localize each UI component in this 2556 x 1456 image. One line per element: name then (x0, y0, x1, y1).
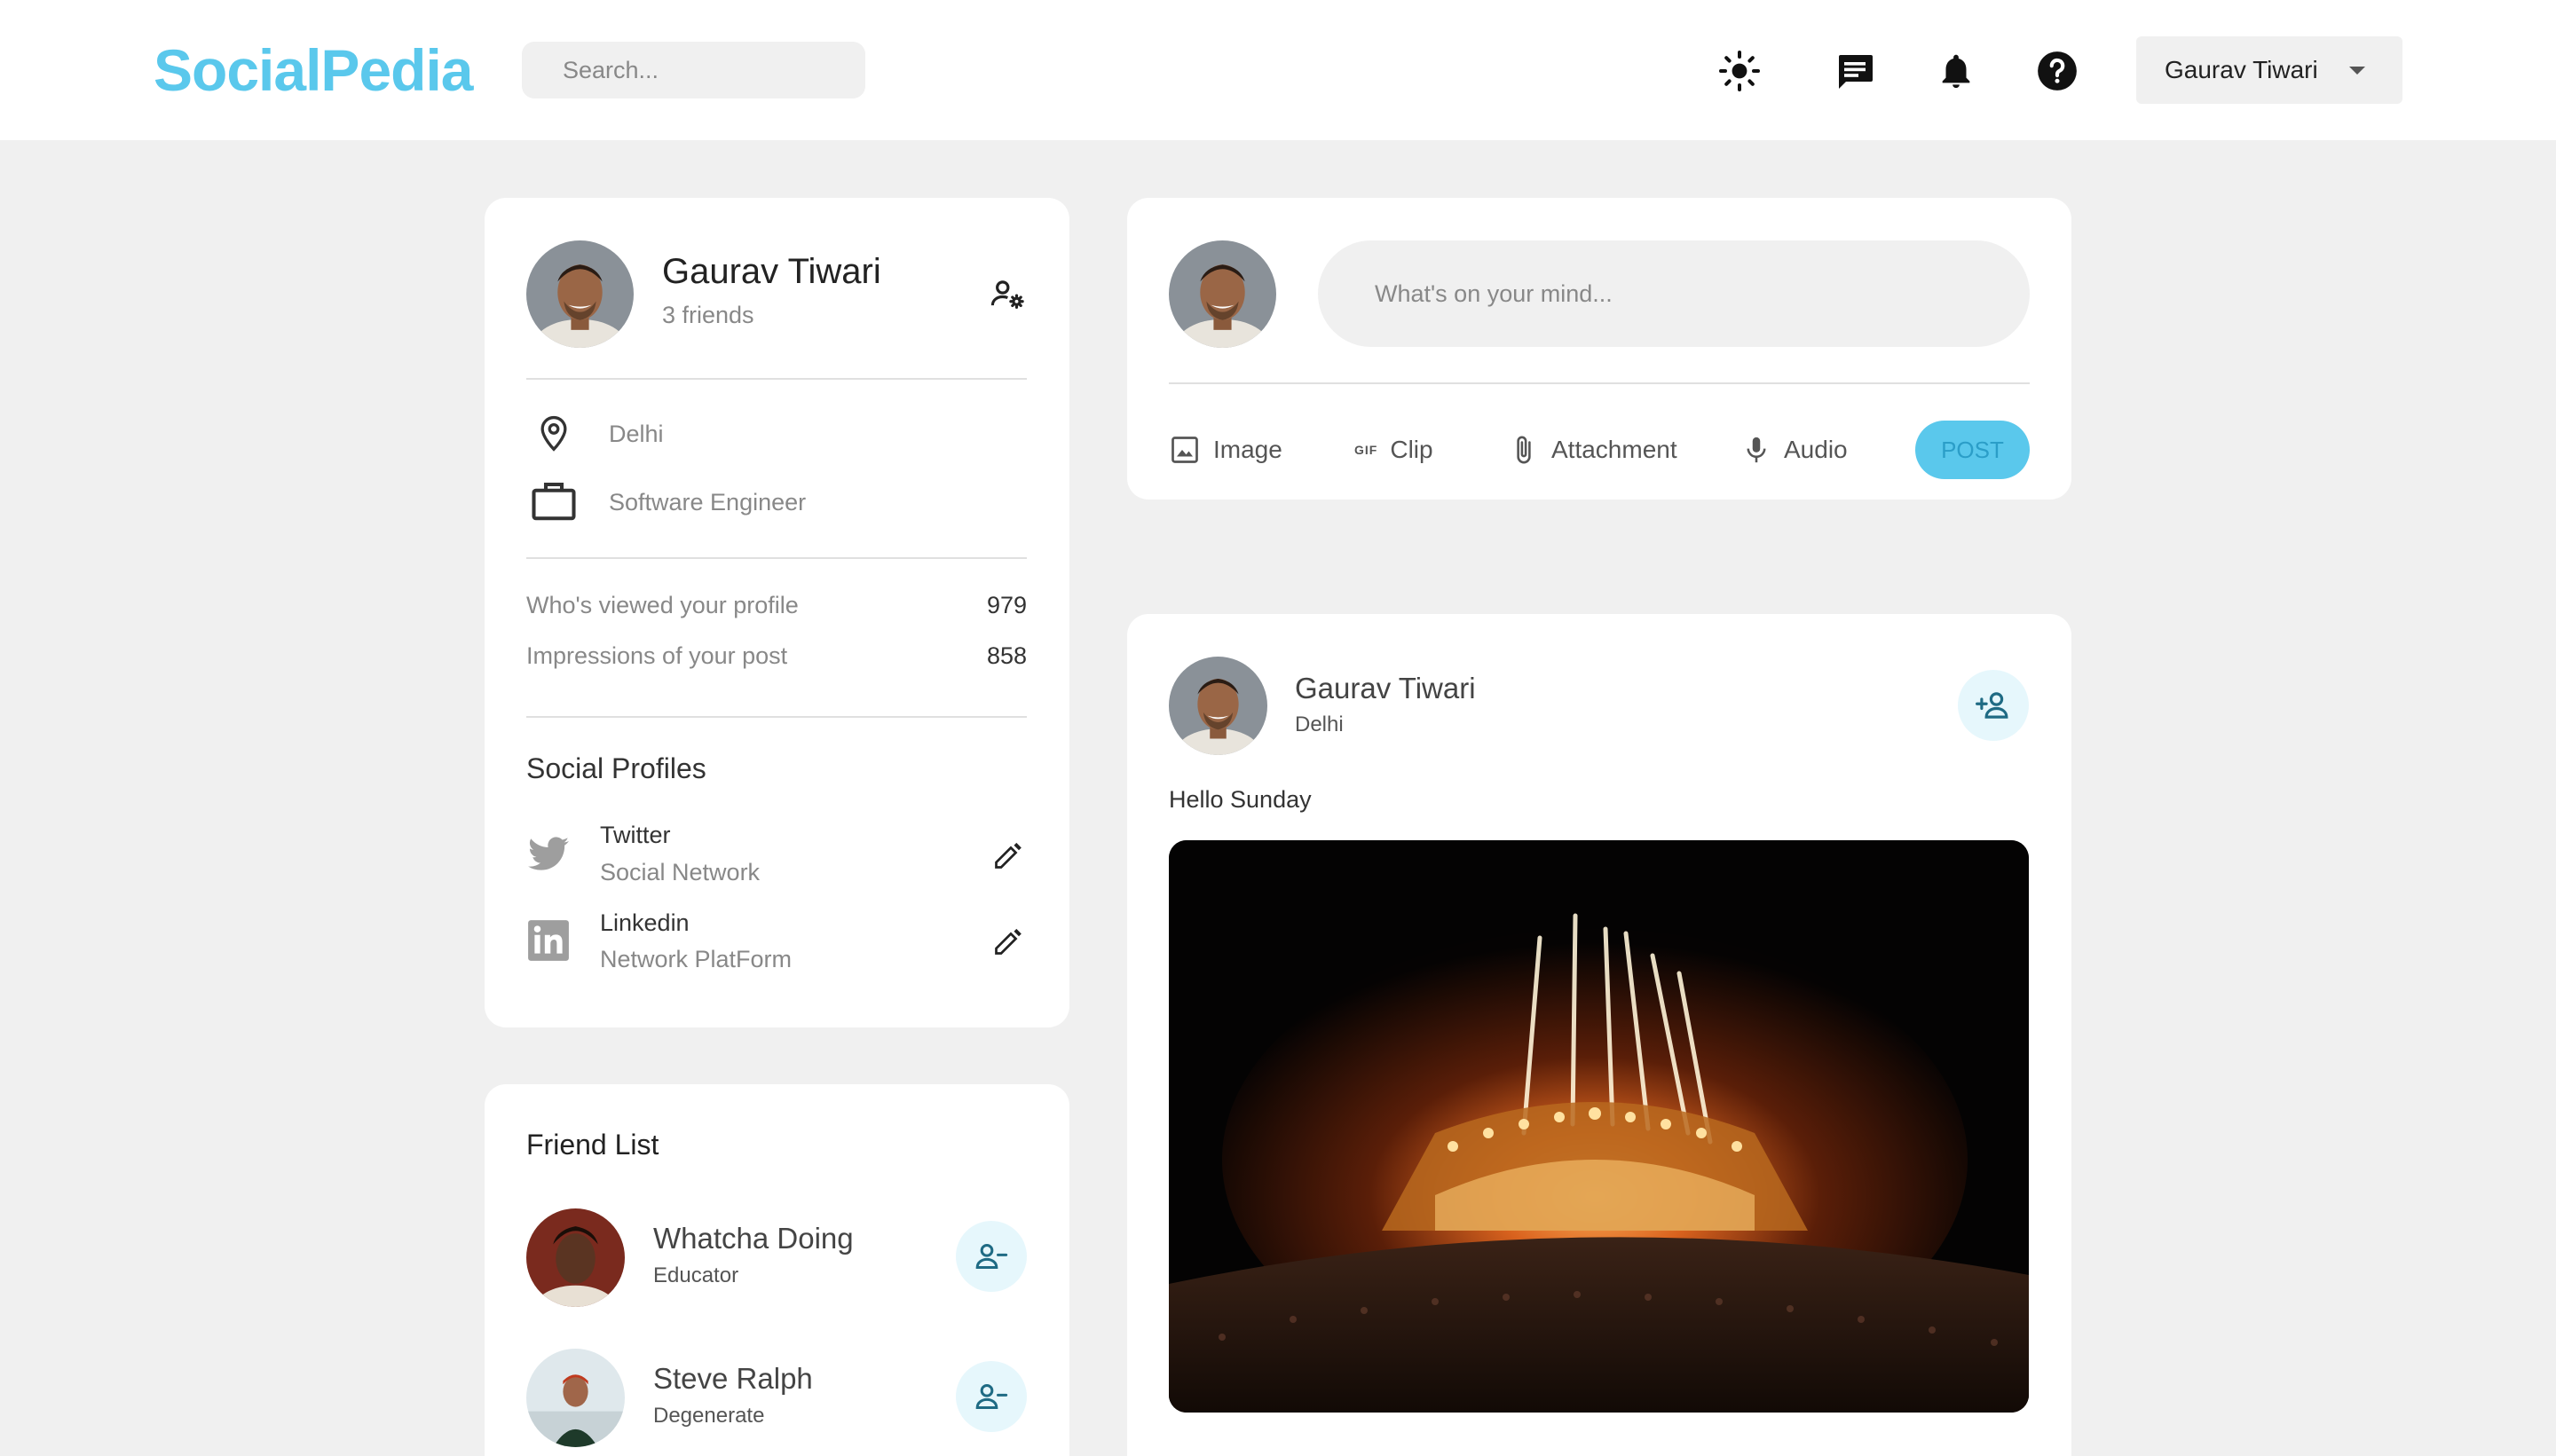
divider (526, 716, 1027, 718)
twitter-icon (525, 832, 572, 878)
post-input[interactable] (1318, 240, 2030, 347)
chevron-down-icon (2349, 67, 2365, 75)
composer-avatar[interactable] (1169, 240, 1276, 348)
post-author-name[interactable]: Gaurav Tiwari (1295, 672, 1476, 705)
gif-icon: GIF (1354, 443, 1378, 457)
edit-twitter-icon[interactable] (987, 834, 1030, 877)
profile-avatar[interactable] (526, 240, 634, 348)
remove-friend-button[interactable] (956, 1221, 1027, 1292)
twitter-desc: Social Network (600, 859, 761, 885)
occupation-text: Software Engineer (609, 489, 807, 516)
light-mode-icon[interactable] (1713, 44, 1766, 98)
friend-name[interactable]: Whatcha Doing (653, 1222, 854, 1255)
post-button[interactable]: POST (1915, 421, 2030, 479)
friend-avatar[interactable] (526, 1208, 625, 1307)
attachment-action[interactable]: Attachment (1509, 423, 1677, 476)
audio-action[interactable]: Audio (1741, 423, 1848, 476)
edit-linkedin-icon[interactable] (987, 920, 1030, 963)
linkedin-icon (525, 917, 572, 964)
profile-name[interactable]: Gaurav Tiwari (662, 252, 881, 292)
linkedin-desc: Network PlatForm (600, 946, 793, 972)
top-navbar: SocialPedia Gaurav Tiwari (0, 0, 2556, 140)
stat-label-views: Who's viewed your profile (526, 592, 799, 618)
stat-label-impressions: Impressions of your post (526, 642, 788, 669)
microphone-icon (1747, 437, 1766, 463)
post-text: Hello Sunday (1169, 786, 1312, 813)
divider (1169, 382, 2030, 384)
divider (526, 378, 1027, 380)
work-icon (529, 476, 579, 525)
app-logo[interactable]: SocialPedia (154, 35, 474, 105)
social-profiles-title: Social Profiles (526, 752, 706, 784)
friend-role: Degenerate (653, 1404, 765, 1428)
message-icon[interactable] (1828, 44, 1882, 98)
friend-list-title: Friend List (526, 1129, 659, 1161)
clip-action[interactable]: GIF Clip (1354, 423, 1433, 476)
user-dropdown-label: Gaurav Tiwari (2165, 56, 2318, 83)
search-input[interactable] (522, 42, 865, 98)
friend-role: Educator (653, 1263, 739, 1287)
stat-value-views: 979 (986, 592, 1027, 618)
friend-name[interactable]: Steve Ralph (653, 1362, 813, 1396)
help-icon[interactable] (2031, 44, 2084, 98)
post-image[interactable] (1169, 840, 2029, 1413)
remove-friend-button[interactable] (956, 1361, 1027, 1432)
post-author-avatar[interactable] (1169, 657, 1267, 755)
add-friend-button[interactable] (1958, 670, 2029, 741)
audio-action-label: Audio (1784, 436, 1848, 463)
post-author-location: Delhi (1295, 712, 1344, 736)
notification-icon[interactable] (1929, 44, 1983, 98)
image-action[interactable]: Image (1169, 423, 1282, 476)
image-action-label: Image (1213, 436, 1282, 463)
twitter-name[interactable]: Twitter (600, 822, 671, 849)
stat-value-impressions: 858 (986, 642, 1027, 669)
user-dropdown[interactable]: Gaurav Tiwari (2136, 36, 2402, 104)
location-text: Delhi (609, 421, 664, 447)
linkedin-name[interactable]: Linkedin (600, 909, 690, 937)
attachment-icon (1517, 436, 1531, 464)
friend-count: 3 friends (662, 302, 754, 328)
image-icon (1172, 437, 1198, 463)
clip-action-label: Clip (1390, 436, 1433, 463)
friend-avatar[interactable] (526, 1349, 625, 1447)
attachment-action-label: Attachment (1551, 436, 1677, 463)
location-icon (531, 410, 577, 456)
divider (526, 557, 1027, 559)
manage-accounts-icon[interactable] (985, 272, 1030, 316)
